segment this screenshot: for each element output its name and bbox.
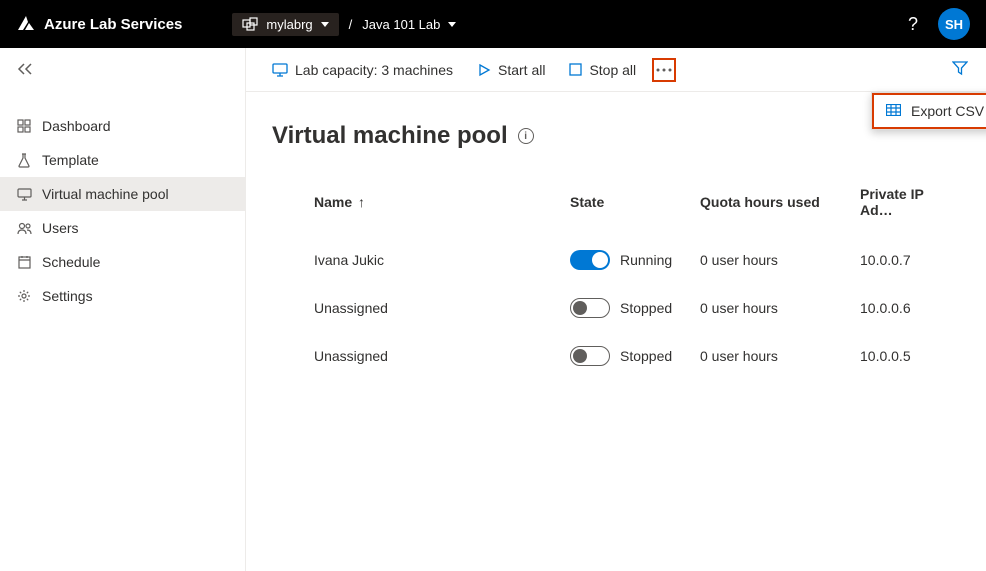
double-chevron-left-icon: [16, 62, 34, 76]
chevron-down-icon: [321, 22, 329, 27]
lab-capacity-label: Lab capacity: 3 machines: [295, 62, 453, 78]
top-bar: Azure Lab Services mylabrg / Java 101 La…: [0, 0, 986, 48]
col-name[interactable]: Name ↑: [272, 176, 562, 236]
cell-state: Running: [562, 236, 692, 284]
sidebar-item-dashboard[interactable]: Dashboard: [0, 109, 245, 143]
state-label: Stopped: [620, 348, 672, 364]
calendar-icon: [16, 255, 32, 269]
resource-group-selector[interactable]: mylabrg: [232, 13, 338, 36]
table-icon: [886, 103, 901, 119]
col-ip-label: Private IP Ad…: [860, 186, 924, 218]
cell-quota: 0 user hours: [692, 284, 852, 332]
nav-list: Dashboard Template Virtual machine pool Use…: [0, 109, 245, 313]
cell-ip: 10.0.0.7: [852, 236, 960, 284]
stop-all-label: Stop all: [589, 62, 636, 78]
resource-group-icon: [242, 17, 258, 31]
sidebar-item-label: Template: [42, 152, 99, 168]
avatar[interactable]: SH: [938, 8, 970, 40]
sort-asc-icon: ↑: [358, 194, 365, 210]
resource-group-name: mylabrg: [266, 17, 312, 32]
breadcrumb-separator: /: [349, 17, 353, 32]
cell-state: Stopped: [562, 284, 692, 332]
sidebar-item-label: Settings: [42, 288, 93, 304]
azure-icon: [16, 14, 36, 34]
lab-name: Java 101 Lab: [362, 17, 440, 32]
col-ip[interactable]: Private IP Ad…: [852, 176, 960, 236]
col-state[interactable]: State: [562, 176, 692, 236]
filter-button[interactable]: [952, 60, 968, 79]
more-actions-button[interactable]: [652, 58, 676, 82]
sidebar-item-label: Dashboard: [42, 118, 111, 134]
col-state-label: State: [570, 194, 604, 210]
sidebar-item-label: Users: [42, 220, 79, 236]
vm-toggle[interactable]: [570, 346, 610, 366]
vm-toggle[interactable]: [570, 298, 610, 318]
sidebar-item-template[interactable]: Template: [0, 143, 245, 177]
export-csv-label: Export CSV: [911, 103, 984, 119]
stop-icon: [569, 63, 582, 76]
cell-quota: 0 user hours: [692, 332, 852, 380]
flask-icon: [16, 153, 32, 168]
table-row: Unassigned Stopped 0 user hours10.0.0.5: [272, 332, 960, 380]
col-quota[interactable]: Quota hours used: [692, 176, 852, 236]
more-actions-dropdown: Export CSV: [871, 92, 986, 130]
sidebar-item-label: Virtual machine pool: [42, 186, 169, 202]
users-icon: [16, 222, 32, 235]
page-title-text: Virtual machine pool: [272, 122, 508, 150]
stop-all-button[interactable]: Stop all: [561, 58, 644, 82]
col-name-label: Name: [314, 194, 352, 210]
sidebar-item-settings[interactable]: Settings: [0, 279, 245, 313]
avatar-initials: SH: [945, 17, 963, 32]
cell-ip: 10.0.0.5: [852, 332, 960, 380]
state-label: Stopped: [620, 300, 672, 316]
filter-icon: [952, 60, 968, 76]
help-button[interactable]: ?: [908, 14, 918, 35]
gear-icon: [16, 289, 32, 303]
brand-text: Azure Lab Services: [44, 16, 182, 33]
table-row: Unassigned Stopped 0 user hours10.0.0.6: [272, 284, 960, 332]
screen-icon: [272, 63, 288, 77]
sidebar-item-label: Schedule: [42, 254, 100, 270]
cell-state: Stopped: [562, 332, 692, 380]
start-all-button[interactable]: Start all: [469, 58, 553, 82]
page-title: Virtual machine pool i: [272, 122, 960, 150]
lab-selector[interactable]: Java 101 Lab: [362, 17, 456, 32]
lab-capacity-button[interactable]: Lab capacity: 3 machines: [264, 58, 461, 82]
cell-ip: 10.0.0.6: [852, 284, 960, 332]
export-csv-item[interactable]: Export CSV: [872, 93, 986, 129]
main: Lab capacity: 3 machines Start all Stop …: [246, 48, 986, 571]
screen-icon: [16, 188, 32, 201]
info-icon[interactable]: i: [518, 128, 534, 144]
toolbar: Lab capacity: 3 machines Start all Stop …: [246, 48, 986, 92]
col-quota-label: Quota hours used: [700, 194, 820, 210]
cell-name: Unassigned: [272, 332, 562, 380]
vm-table: Name ↑ State Quota hours used Private IP…: [272, 176, 960, 380]
sidebar-collapse-button[interactable]: [0, 54, 245, 93]
dashboard-icon: [16, 119, 32, 133]
play-icon: [477, 63, 491, 77]
cell-name: Ivana Jukic: [272, 236, 562, 284]
table-row: Ivana Jukic Running 0 user hours10.0.0.7: [272, 236, 960, 284]
chevron-down-icon: [448, 22, 456, 27]
cell-name: Unassigned: [272, 284, 562, 332]
vm-toggle[interactable]: [570, 250, 610, 270]
sidebar-item-users[interactable]: Users: [0, 211, 245, 245]
state-label: Running: [620, 252, 672, 268]
brand-logo[interactable]: Azure Lab Services: [16, 14, 182, 34]
ellipsis-icon: [656, 68, 672, 72]
sidebar-item-schedule[interactable]: Schedule: [0, 245, 245, 279]
sidebar-item-virtual-machine-pool[interactable]: Virtual machine pool: [0, 177, 245, 211]
sidebar: Dashboard Template Virtual machine pool Use…: [0, 48, 246, 571]
start-all-label: Start all: [498, 62, 545, 78]
breadcrumb: mylabrg / Java 101 Lab: [232, 13, 456, 36]
cell-quota: 0 user hours: [692, 236, 852, 284]
content-area: Virtual machine pool i Name ↑ State Quot…: [246, 92, 986, 410]
